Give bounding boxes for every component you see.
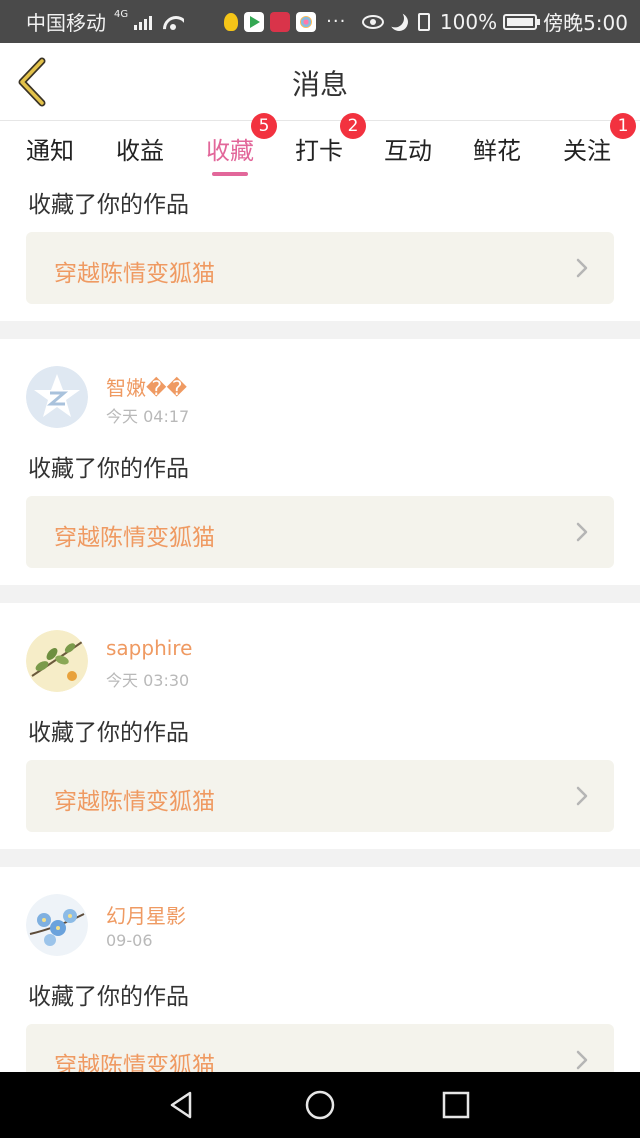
more-notifications-icon: ··· <box>326 11 347 32</box>
timestamp: 09-06 <box>106 931 153 950</box>
app-header: 消息 <box>0 43 640 121</box>
username[interactable]: 智嫩�� <box>106 372 187 401</box>
battery-percent: 100% <box>439 9 498 34</box>
chevron-right-icon <box>576 522 588 542</box>
tab-flowers[interactable]: 鲜花 <box>473 131 521 166</box>
tab-label: 收藏 <box>206 137 254 165</box>
tab-label: 通知 <box>26 137 74 165</box>
work-title: 穿越陈情变狐猫 <box>54 789 215 815</box>
notification-app-icons: ··· <box>224 11 346 32</box>
work-title: 穿越陈情变狐猫 <box>54 261 215 287</box>
separator <box>0 585 640 603</box>
work-title: 穿越陈情变狐猫 <box>54 525 215 551</box>
chevron-right-icon <box>576 258 588 278</box>
work-link[interactable]: 穿越陈情变狐猫 <box>26 496 614 568</box>
play-store-icon <box>244 11 265 32</box>
list-item: sapphire 今天 03:30 收藏了你的作品 穿越陈情变狐猫 <box>0 603 640 849</box>
tab-earnings[interactable]: 收益 <box>116 131 164 166</box>
timestamp: 今天 03:30 <box>106 671 190 690</box>
status-left: 中国移动 4G <box>26 7 184 36</box>
tab-checkin[interactable]: 打卡 <box>295 131 343 166</box>
tab-bar: 通知 收益 收藏 打卡 互动 鲜花 关注 5 2 1 <box>0 113 640 179</box>
blue-flowers-avatar <box>26 894 88 956</box>
red-app-icon <box>270 11 291 32</box>
work-link[interactable]: 穿越陈情变狐猫 <box>26 1024 614 1072</box>
active-tab-indicator <box>212 172 248 176</box>
message-list[interactable]: 收藏了你的作品 穿越陈情变狐猫 智嫩�� 今天 04:17 收藏了你的作品 穿越… <box>0 179 640 1072</box>
tab-label: 关注 <box>563 137 611 165</box>
tab-interaction[interactable]: 互动 <box>384 131 432 166</box>
action-text: 收藏了你的作品 <box>28 456 189 482</box>
action-text: 收藏了你的作品 <box>28 720 189 746</box>
timestamp: 今天 04:17 <box>106 407 190 426</box>
tab-label: 互动 <box>384 137 432 165</box>
action-text: 收藏了你的作品 <box>28 192 189 218</box>
triangle-back-icon[interactable] <box>166 1089 198 1121</box>
signal-icon <box>134 14 153 30</box>
eye-comfort-icon <box>361 14 384 29</box>
carrier-label: 中国移动 <box>26 11 106 35</box>
branch-with-leaves-avatar <box>26 630 88 692</box>
system-nav-bar <box>0 1072 640 1138</box>
checkin-badge: 2 <box>340 113 366 139</box>
username[interactable]: sapphire <box>106 636 192 660</box>
tab-label: 鲜花 <box>473 137 521 165</box>
avatar[interactable] <box>26 630 88 692</box>
moon-icon <box>387 10 410 33</box>
battery-icon <box>503 13 541 30</box>
tab-follow[interactable]: 关注 <box>563 131 611 166</box>
chevron-right-icon <box>576 1050 588 1070</box>
clock: 傍晚5:00 <box>543 11 628 35</box>
work-link[interactable]: 穿越陈情变狐猫 <box>26 232 614 304</box>
follow-badge: 1 <box>610 113 636 139</box>
status-bar: 中国移动 4G ··· 100% 傍晚5:00 <box>0 0 640 43</box>
avatar[interactable] <box>26 894 88 956</box>
bulb-app-icon <box>224 12 239 31</box>
list-item: 幻月星影 09-06 收藏了你的作品 穿越陈情变狐猫 <box>0 867 640 1072</box>
favorites-badge: 5 <box>251 113 277 139</box>
separator <box>0 321 640 339</box>
work-link[interactable]: 穿越陈情变狐猫 <box>26 760 614 832</box>
tab-notice[interactable]: 通知 <box>26 131 74 166</box>
action-text: 收藏了你的作品 <box>28 984 189 1010</box>
tab-label: 打卡 <box>295 137 343 165</box>
work-title: 穿越陈情变狐猫 <box>54 1053 215 1072</box>
square-recents-icon[interactable] <box>440 1089 472 1121</box>
tab-label: 收益 <box>116 137 164 165</box>
list-item: 智嫩�� 今天 04:17 收藏了你的作品 穿越陈情变狐猫 <box>0 339 640 585</box>
photos-app-icon <box>296 11 317 32</box>
username[interactable]: 幻月星影 <box>106 900 186 929</box>
network-type: 4G <box>114 9 129 20</box>
separator <box>0 849 640 867</box>
list-item: 收藏了你的作品 穿越陈情变狐猫 <box>0 179 640 321</box>
chevron-right-icon <box>576 786 588 806</box>
qzone-star-avatar <box>26 366 88 428</box>
avatar[interactable] <box>26 366 88 428</box>
status-right: 100% 傍晚5:00 <box>361 7 628 36</box>
tab-favorites[interactable]: 收藏 <box>206 131 254 166</box>
vibrate-icon <box>417 12 430 31</box>
wifi-icon <box>162 14 184 30</box>
page-title: 消息 <box>291 68 348 101</box>
circle-home-icon[interactable] <box>304 1089 336 1121</box>
